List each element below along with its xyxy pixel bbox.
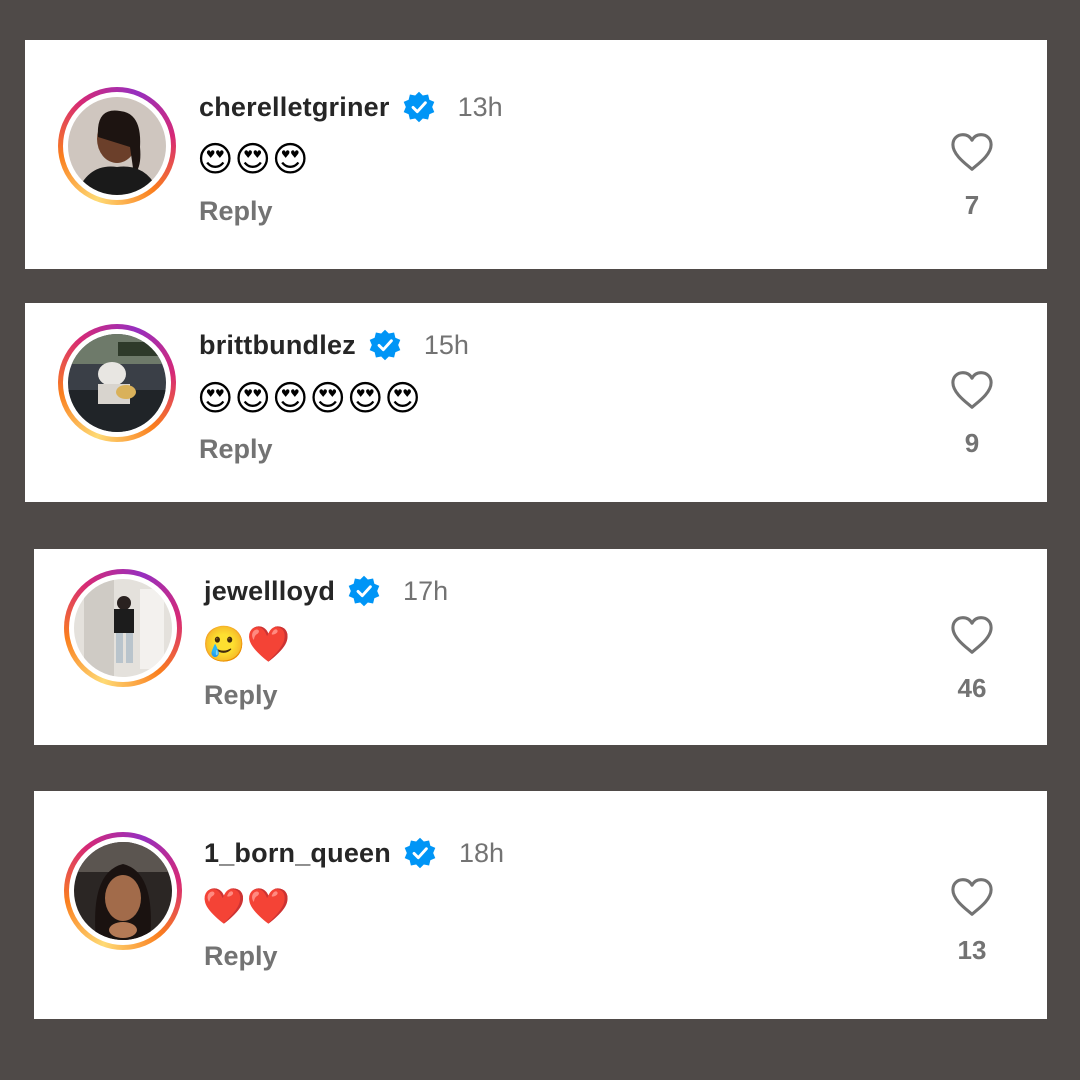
- story-ring[interactable]: [58, 87, 176, 205]
- comment-text: ❤️❤️: [202, 887, 292, 927]
- username[interactable]: cherelletgriner: [199, 92, 390, 123]
- timestamp: 13h: [457, 91, 503, 122]
- avatar[interactable]: [68, 334, 166, 432]
- timestamp: 15h: [423, 329, 469, 360]
- comment-text: 🥲❤️: [202, 625, 292, 665]
- verified-badge-icon: [368, 328, 402, 362]
- story-ring[interactable]: [58, 324, 176, 442]
- verified-badge-icon: [403, 836, 437, 870]
- like-control: 13: [942, 877, 1002, 966]
- reply-button[interactable]: Reply: [199, 434, 273, 465]
- avatar[interactable]: [68, 97, 166, 195]
- verified-badge-icon: [347, 574, 381, 608]
- like-count: 13: [957, 935, 987, 965]
- comment-text: 😍😍😍: [197, 140, 310, 180]
- like-count: 7: [964, 190, 980, 220]
- comment-card: jewellloyd 17h 🥲❤️ Reply 46: [34, 549, 1047, 745]
- reply-button[interactable]: Reply: [204, 941, 278, 972]
- username[interactable]: 1_born_queen: [204, 838, 391, 869]
- comment-text: 😍😍😍😍😍😍: [197, 379, 422, 419]
- timestamp: 18h: [458, 837, 505, 868]
- heart-outline-icon[interactable]: [950, 370, 994, 410]
- comment-card: cherelletgriner 13h 😍😍😍 Reply 7: [25, 40, 1047, 269]
- story-ring[interactable]: [64, 569, 182, 687]
- like-control: 7: [942, 132, 1002, 221]
- timestamp: 17h: [403, 575, 449, 606]
- avatar[interactable]: [74, 579, 172, 677]
- username[interactable]: jewellloyd: [204, 576, 335, 607]
- story-ring[interactable]: [64, 832, 182, 950]
- comment-card: 1_born_queen 18h ❤️❤️ Reply 13: [34, 791, 1047, 1019]
- like-count: 46: [957, 673, 987, 703]
- like-count: 9: [964, 428, 980, 458]
- like-control: 9: [942, 370, 1002, 459]
- reply-button[interactable]: Reply: [204, 680, 278, 711]
- heart-outline-icon[interactable]: [950, 877, 994, 917]
- verified-badge-icon: [402, 90, 436, 124]
- heart-outline-icon[interactable]: [950, 132, 994, 172]
- username[interactable]: brittbundlez: [199, 330, 356, 361]
- comment-card: brittbundlez 15h 😍😍😍😍😍😍 Reply 9: [25, 303, 1047, 502]
- heart-outline-icon[interactable]: [950, 615, 994, 655]
- avatar[interactable]: [74, 842, 172, 940]
- like-control: 46: [942, 615, 1002, 704]
- reply-button[interactable]: Reply: [199, 196, 273, 227]
